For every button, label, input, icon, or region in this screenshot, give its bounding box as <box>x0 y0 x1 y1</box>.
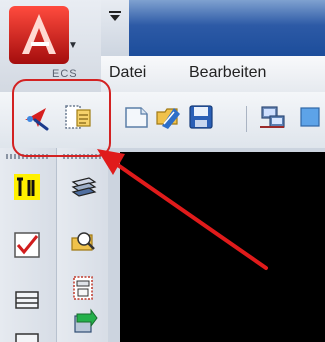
drawing-canvas[interactable] <box>120 152 325 342</box>
palette-button-partial[interactable] <box>12 328 42 342</box>
layers-stack-icon <box>71 177 97 197</box>
menu-bar: Datei Bearbeiten <box>101 56 325 93</box>
check-icon <box>14 232 40 258</box>
toolbar-separator <box>246 106 247 132</box>
tool-palette-secondary <box>56 148 109 342</box>
network-button[interactable] <box>258 102 288 132</box>
new-document-icon <box>125 107 148 128</box>
highlight-annotation <box>12 79 111 157</box>
menu-item-bearbeiten[interactable]: Bearbeiten <box>189 64 266 82</box>
layer-lines-icon <box>15 291 39 309</box>
save-disk-icon <box>189 105 213 129</box>
menu-item-datei[interactable]: Datei <box>109 64 146 82</box>
layer-lines-icon <box>15 333 39 342</box>
chevron-down-icon[interactable]: ▼ <box>68 40 78 51</box>
save-button[interactable] <box>186 102 216 132</box>
search-find-button[interactable] <box>69 226 99 256</box>
wrench-icon <box>14 174 40 200</box>
magnify-folder-icon <box>71 232 95 251</box>
toolbar-item-icon <box>300 107 320 127</box>
quick-access-dropdown[interactable] <box>101 0 130 56</box>
tools-button[interactable] <box>12 172 42 202</box>
import-button[interactable] <box>69 308 99 338</box>
network-computer-icon <box>260 106 285 128</box>
new-drawing-button[interactable] <box>121 102 151 132</box>
tool-palette-left <box>0 148 56 342</box>
customize-dropdown-icon <box>109 10 121 22</box>
app-logo-icon <box>9 6 69 64</box>
open-folder-icon <box>156 108 180 129</box>
green-arrow-import-icon <box>74 308 98 333</box>
block-insert-icon <box>73 276 93 300</box>
block-button[interactable] <box>69 273 99 303</box>
title-bar <box>129 0 325 56</box>
open-button[interactable] <box>154 102 184 132</box>
check-button[interactable] <box>12 230 42 260</box>
layers-stack-button[interactable] <box>69 172 99 202</box>
app-window: ▼ ECS Datei Bearbeiten <box>0 0 325 342</box>
toolbar-overflow-button[interactable] <box>295 102 325 132</box>
layer-button[interactable] <box>12 286 42 316</box>
